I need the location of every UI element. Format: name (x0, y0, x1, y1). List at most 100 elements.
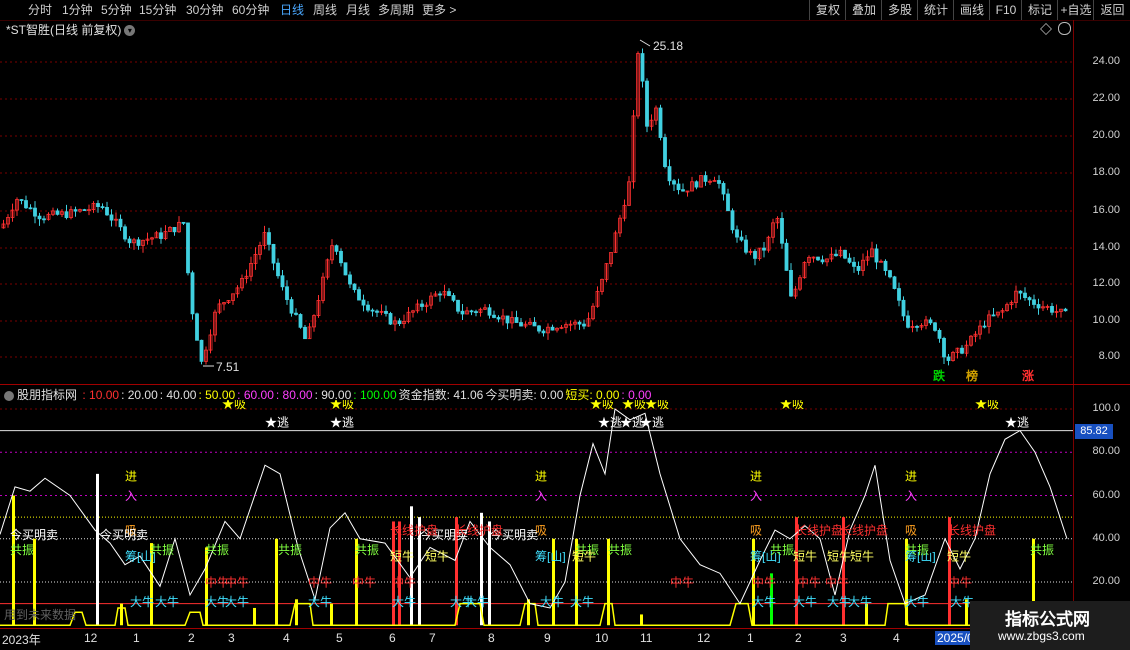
escape-signal: ★逃 (265, 415, 289, 429)
low-price-label: 7.51 (216, 360, 240, 374)
period-tab-7[interactable]: 周线 (313, 2, 337, 18)
watermark-title: 指标公式网 (1005, 610, 1090, 629)
high-pointer (639, 39, 651, 47)
high-price-label: 25.18 (653, 39, 683, 53)
candle-body (1018, 290, 1023, 294)
date-tick-label: 12 (84, 631, 98, 645)
resonance-signal: 共振 (355, 543, 379, 557)
candle-body (991, 314, 996, 317)
signal-bar (640, 614, 643, 626)
candle-body (1063, 308, 1068, 312)
candle-body (784, 242, 789, 271)
toolbar-button-3[interactable]: 统计 (917, 0, 954, 20)
toolbar-button-7[interactable]: +自选 (1057, 0, 1094, 20)
period-tab-5[interactable]: 60分钟 (232, 2, 269, 18)
candle-body (514, 317, 519, 323)
big-bull-signal: 大牛 (130, 594, 154, 609)
candle-body (271, 243, 276, 264)
period-tab-3[interactable]: 15分钟 (139, 2, 176, 18)
candle-body (735, 229, 739, 238)
mid-bull-signal: 中牛 (225, 574, 249, 589)
candle-body (672, 180, 676, 185)
long-line-signal: 长线护盘 (795, 522, 843, 537)
candle-body (487, 307, 492, 316)
candle-body (438, 293, 442, 296)
candle-body (519, 322, 523, 327)
candle-body (42, 218, 46, 221)
candle-body (118, 218, 123, 228)
candle-body (1036, 304, 1041, 309)
period-tab-2[interactable]: 5分钟 (101, 2, 132, 18)
date-tick-label: 3 (840, 631, 847, 645)
toolbar-button-0[interactable]: 复权 (809, 0, 846, 20)
chip-signal: 筹[山] (535, 549, 566, 563)
big-bull-signal: 大牛 (225, 594, 249, 609)
toolbar-button-2[interactable]: 多股 (881, 0, 918, 20)
candle-body (343, 262, 348, 276)
candle-body (960, 347, 964, 354)
candle-body (726, 193, 730, 212)
candle-body (694, 181, 699, 188)
short-bull-signal: 短牛 (390, 548, 414, 563)
toolbar-button-1[interactable]: 叠加 (845, 0, 882, 20)
period-toolbar: 分时 1分钟 5分钟 15分钟 30分钟 60分钟 日线 周线 月线 多周期 更多 > 复权 叠加 多股… (0, 0, 1130, 21)
candle-body (928, 319, 933, 324)
candle-body (888, 270, 892, 278)
period-tab-6[interactable]: 日线 (280, 2, 304, 18)
price-tick-label: 20.00 (1092, 129, 1120, 141)
candle-body (762, 247, 766, 251)
candle-body (109, 214, 114, 221)
x-axis-line (0, 628, 1073, 629)
buy-sell-signal: 今买明卖 (10, 527, 58, 542)
toolbar-button-8[interactable]: 返回 (1093, 0, 1130, 20)
absorb-star-signal: ★吸 (330, 400, 354, 411)
mid-bull-signal: 中牛 (948, 574, 972, 589)
mid-bull-signal: 中牛 (308, 574, 332, 589)
candle-body (357, 289, 361, 301)
period-tab-1[interactable]: 1分钟 (62, 2, 93, 18)
candle-body (897, 288, 901, 301)
candle-body (703, 175, 708, 182)
period-tab-4[interactable]: 30分钟 (186, 2, 223, 18)
candlestick-chart[interactable]: 25.18 7.51 跌 榜 涨 (0, 22, 1073, 382)
toolbar-button-4[interactable]: 画线 (953, 0, 990, 20)
candle-body (658, 107, 663, 138)
date-tick-label: 2 (795, 631, 802, 645)
candle-body (280, 275, 285, 288)
candle-body (298, 314, 303, 328)
toolbar-button-5[interactable]: F10 (989, 0, 1022, 20)
indicator-chart[interactable]: ★逃 ★逃 ★逃★逃★逃 ★逃★吸 ★吸 ★吸 ★吸★吸 ★吸 ★吸进入进入进入进入吸吸吸吸筹[… (0, 400, 1073, 628)
candle-body (348, 274, 352, 285)
period-tab-0[interactable]: 分时 (28, 2, 52, 18)
period-tab-9[interactable]: 多周期 (378, 2, 414, 18)
short-bull-signal: 短牛 (827, 548, 851, 563)
candle-body (496, 317, 501, 320)
candle-body (460, 310, 465, 315)
absorb-star-signal: ★吸 (645, 400, 669, 411)
toolbar-button-6[interactable]: 标记 (1021, 0, 1058, 20)
signal-bar (12, 495, 15, 626)
date-tick-label: 7 (429, 631, 436, 645)
candle-body (420, 303, 424, 307)
period-tab-8[interactable]: 月线 (346, 2, 370, 18)
indicator-tick-label: 20.00 (1092, 575, 1120, 587)
absorb-signal: 吸 (905, 523, 917, 537)
indicator-tick-label: 100.0 (1092, 402, 1120, 414)
candle-body (474, 311, 478, 313)
candle-body (645, 80, 649, 127)
entry-signal: 入 (125, 489, 137, 503)
candle-body (780, 218, 784, 244)
candle-body (370, 309, 375, 312)
candle-body (492, 314, 496, 318)
candle-body (663, 137, 667, 167)
resonance-signal: 共振 (205, 543, 229, 557)
period-tab-10[interactable]: 更多 > (422, 2, 456, 18)
date-tick-label: 1 (747, 631, 754, 645)
candle-body (469, 310, 474, 313)
candle-body (303, 326, 307, 340)
candle-body (946, 356, 951, 361)
candle-body (852, 261, 856, 267)
candle-body (640, 53, 645, 82)
resonance-signal: 共振 (1030, 543, 1054, 557)
candle-body (717, 180, 721, 184)
